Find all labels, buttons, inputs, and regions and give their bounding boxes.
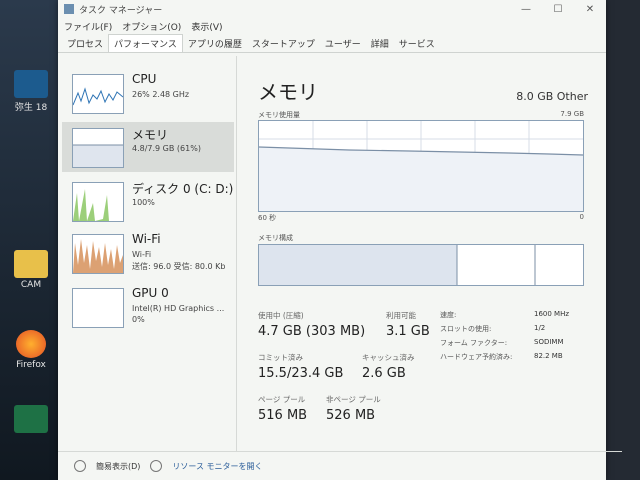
committed-label: コミット済み: [258, 353, 303, 362]
memory-usage-graph: [258, 120, 584, 212]
menu-view[interactable]: 表示(V): [191, 20, 222, 33]
spec-speed-label: 速度:: [440, 311, 457, 319]
wifi-thumbnail-graph: [72, 234, 124, 274]
sidebar-item-value: 26% 2.48 GHz: [132, 90, 190, 99]
sidebar-item-value: Wi-Fi: [132, 250, 152, 259]
minimize-button[interactable]: —: [510, 4, 542, 15]
sidebar-item-label: ディスク 0 (C: D:): [132, 182, 234, 196]
memory-detail-panel: メモリ 8.0 GB Other メモリ使用量 7.9 GB 60 秒 0 メモ…: [256, 72, 588, 432]
composition-label: メモリ構成: [258, 234, 293, 242]
tab-services[interactable]: サービス: [394, 35, 440, 52]
task-manager-window: タスク マネージャー — ☐ ✕ ファイル(F) オプション(O) 表示(V) …: [58, 0, 622, 480]
sidebar-item-disk[interactable]: ディスク 0 (C: D:) 100%: [62, 176, 234, 226]
sidebar-item-label: メモリ: [132, 128, 169, 142]
open-resource-monitor-link[interactable]: リソース モニターを開く: [172, 461, 262, 472]
desktop-icon-label: Firefox: [16, 360, 46, 370]
sidebar-item-memory[interactable]: メモリ 4.8/7.9 GB (61%): [62, 122, 234, 172]
spec-slots-label: スロットの使用:: [440, 325, 492, 333]
title-bar: タスク マネージャー — ☐ ✕: [58, 0, 606, 18]
available-label: 利用可能: [386, 311, 416, 320]
cpu-thumbnail-graph: [72, 74, 124, 114]
desktop-icon-yayoi[interactable]: 弥生 18: [6, 70, 56, 113]
paged-pool-value: 516 MB: [258, 408, 308, 423]
desktop-icon-label: CAM: [20, 280, 42, 290]
tab-processes[interactable]: プロセス: [62, 35, 108, 52]
tab-details[interactable]: 詳細: [366, 35, 394, 52]
nonpaged-pool-label: 非ページ プール: [326, 395, 381, 404]
time-axis-right: 0: [579, 213, 584, 221]
menu-file[interactable]: ファイル(F): [64, 20, 112, 33]
usage-graph-label: メモリ使用量: [258, 111, 300, 119]
desktop-area: 弥生 18 CAM Firefox: [0, 0, 62, 480]
tab-users[interactable]: ユーザー: [320, 35, 366, 52]
window-title: タスク マネージャー: [79, 5, 163, 16]
spec-form-factor-label: フォーム ファクター:: [440, 339, 508, 347]
menu-options[interactable]: オプション(O): [122, 20, 181, 33]
sidebar-item-value: Intel(R) HD Graphics ...: [132, 304, 225, 313]
sidebar-item-value: 4.8/7.9 GB (61%): [132, 144, 201, 153]
sidebar-item-label: Wi-Fi: [132, 232, 161, 246]
desktop-icon-label: 弥生: [14, 103, 33, 113]
sidebar-item-value: 100%: [132, 198, 155, 207]
sidebar-item-wifi[interactable]: Wi-Fi Wi-Fi 送信: 96.0 受信: 80.0 Kb: [62, 228, 234, 278]
sidebar-item-value: 送信: 96.0 受信: 80.0 Kb: [132, 262, 226, 271]
in-use-value: 4.7 GB (303 MB): [258, 324, 366, 339]
maximize-button[interactable]: ☐: [542, 4, 574, 15]
paged-pool-label: ページ プール: [258, 395, 306, 404]
sidebar-item-gpu[interactable]: GPU 0 Intel(R) HD Graphics ... 0%: [62, 282, 234, 332]
desktop-icon-label: 18: [35, 103, 48, 113]
close-button[interactable]: ✕: [574, 4, 606, 15]
cached-value: 2.6 GB: [362, 366, 406, 381]
sidebar-item-label: CPU: [132, 72, 157, 86]
fewer-details-link[interactable]: 簡易表示(D): [96, 461, 140, 472]
menu-bar: ファイル(F) オプション(O) 表示(V): [58, 18, 606, 34]
tab-bar: プロセス パフォーマンス アプリの履歴 スタートアップ ユーザー 詳細 サービス: [58, 34, 606, 53]
task-manager-icon: [64, 4, 74, 14]
resource-monitor-icon: [150, 460, 163, 472]
memory-composition-bar: [258, 244, 584, 286]
spec-slots-value: 1/2: [534, 324, 546, 332]
page-title: メモリ: [258, 80, 318, 104]
memory-total-type: 8.0 GB Other: [516, 90, 588, 103]
available-value: 3.1 GB: [386, 324, 430, 339]
committed-value: 15.5/23.4 GB: [258, 366, 344, 381]
spec-reserved-value: 82.2 MB: [534, 352, 563, 360]
desktop-icon-cam[interactable]: CAM: [6, 250, 56, 290]
desktop-icon-excel[interactable]: [6, 405, 56, 435]
cached-label: キャッシュ済み: [362, 353, 415, 362]
resource-sidebar: CPU 26% 2.48 GHz メモリ 4.8/7.9 GB (61%) ディ…: [58, 56, 237, 451]
spec-form-factor-value: SODIMM: [534, 338, 564, 346]
usage-graph-max: 7.9 GB: [560, 110, 584, 118]
time-axis-left: 60 秒: [258, 214, 277, 222]
in-use-label: 使用中 (圧縮): [258, 311, 304, 320]
chevron-up-icon[interactable]: [74, 460, 86, 472]
footer-bar: 簡易表示(D) リソース モニターを開く: [58, 451, 622, 480]
tab-app-history[interactable]: アプリの履歴: [183, 35, 247, 52]
tab-startup[interactable]: スタートアップ: [247, 35, 320, 52]
sidebar-item-cpu[interactable]: CPU 26% 2.48 GHz: [62, 68, 234, 118]
memory-thumbnail-graph: [72, 128, 124, 168]
gpu-thumbnail-graph: [72, 288, 124, 328]
tab-performance[interactable]: パフォーマンス: [108, 34, 183, 52]
sidebar-item-label: GPU 0: [132, 286, 169, 300]
desktop-icon-firefox[interactable]: Firefox: [6, 330, 56, 370]
background-right: [606, 0, 640, 480]
spec-speed-value: 1600 MHz: [534, 310, 570, 318]
spec-reserved-label: ハードウェア予約済み:: [440, 353, 513, 361]
disk-thumbnail-graph: [72, 182, 124, 222]
sidebar-item-value: 0%: [132, 315, 145, 324]
nonpaged-pool-value: 526 MB: [326, 408, 376, 423]
